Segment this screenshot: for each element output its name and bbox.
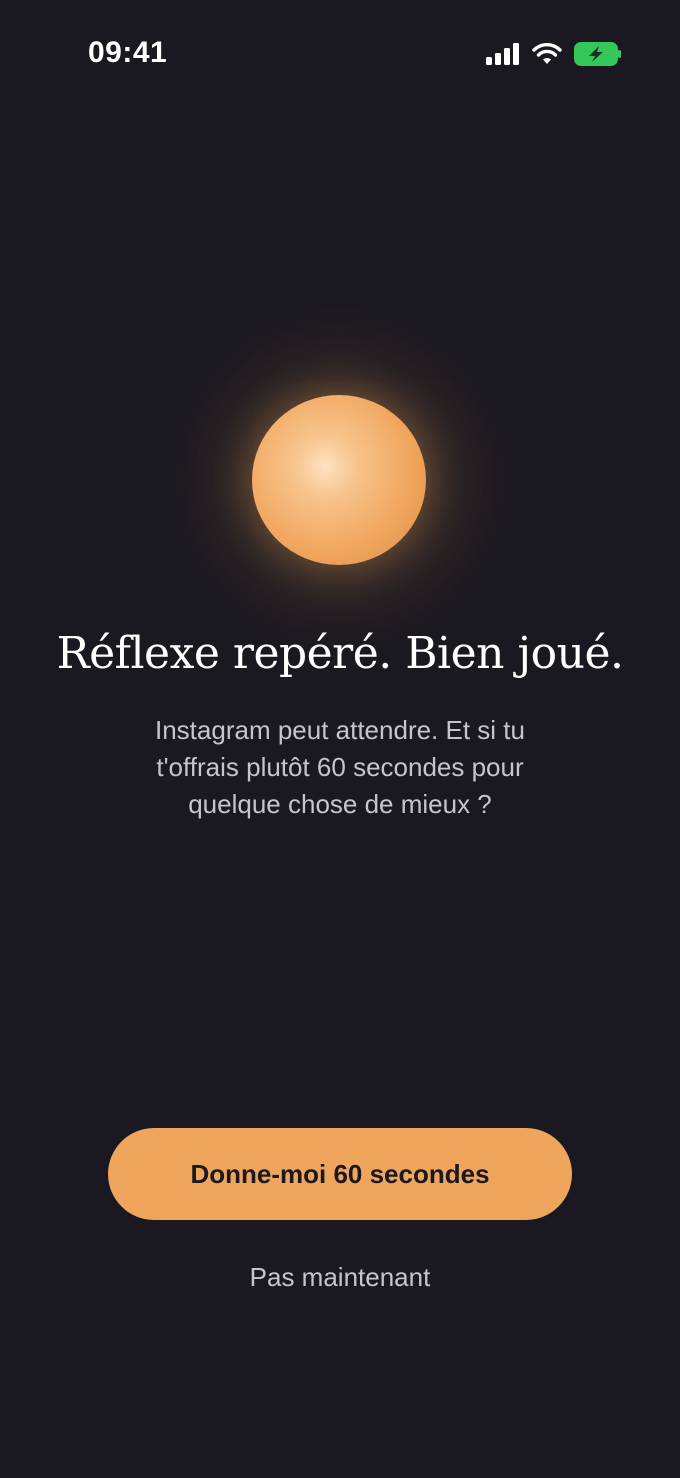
- battery-charging-icon: [574, 42, 622, 66]
- wifi-icon: [532, 43, 562, 65]
- description-line: quelque chose de mieux ?: [188, 789, 492, 819]
- description-line: t'offrais plutôt 60 secondes pour: [156, 752, 524, 782]
- cellular-signal-icon: [486, 43, 520, 65]
- status-icons: [486, 42, 622, 66]
- page-title: Réflexe repéré. Bien joué.: [56, 628, 625, 679]
- description: Instagram peut attendre. Et si tu t'offr…: [110, 712, 570, 823]
- status-time: 09:41: [88, 36, 168, 69]
- orb-sphere: [252, 395, 426, 565]
- orb-glow: [140, 270, 540, 690]
- give-me-60-seconds-button[interactable]: Donne-moi 60 secondes: [108, 1128, 572, 1220]
- status-bar: 09:41: [0, 0, 680, 110]
- glowing-orb: [140, 270, 540, 690]
- primary-button-label: Donne-moi 60 secondes: [190, 1158, 490, 1189]
- description-line: Instagram peut attendre. Et si tu: [155, 715, 525, 745]
- not-now-link[interactable]: Pas maintenant: [0, 1262, 680, 1293]
